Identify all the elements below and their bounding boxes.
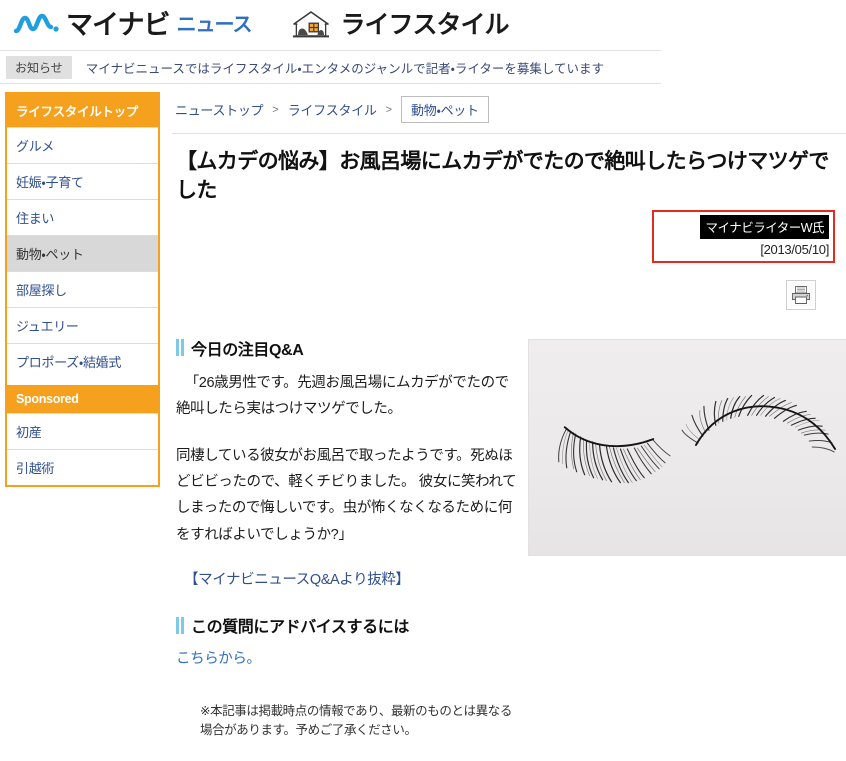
article-figure-column	[517, 336, 846, 738]
wave-mark-icon	[14, 12, 60, 38]
breadcrumb-rule	[172, 133, 846, 134]
notice-text[interactable]: マイナビニュースではライフスタイル・エンタメのジャンルで記者・ライターを募集して…	[86, 58, 604, 77]
print-button[interactable]	[786, 279, 816, 310]
qa-section-heading: 今日の注目Q&A	[176, 336, 517, 360]
sidebar-item-housing[interactable]: 住まい	[7, 199, 158, 235]
breadcrumb-item-lifestyle[interactable]: ライフスタイル	[288, 100, 377, 119]
advice-section-heading: この質問にアドバイスするには	[176, 613, 517, 637]
heading-bar-icon	[176, 339, 184, 357]
section-title-text: ライフスタイル	[340, 10, 509, 39]
sidebar-header[interactable]: ライフスタイルトップ	[7, 94, 158, 127]
notice-bar: お知らせ マイナビニュースではライフスタイル・エンタメのジャンルで記者・ライター…	[0, 50, 661, 84]
breadcrumb-separator: >	[272, 103, 279, 116]
breadcrumb-item-news-top[interactable]: ニューストップ	[175, 100, 264, 119]
eyelashes-photo	[528, 338, 846, 556]
author-name: マイナビライターW氏	[700, 214, 829, 239]
sidebar-item-proposal-wedding[interactable]: プロポーズ・結婚式	[7, 343, 158, 379]
article-content: 今日の注目Q&A 「26歳男性です。先週お風呂場にムカデがでたので絶叫したら実は…	[172, 336, 846, 738]
sidebar-item-moving-tips[interactable]: 引越術	[7, 449, 158, 485]
site-header: マイナビ ニュース ライフスタイル	[0, 0, 846, 50]
sidebar-item-gourmet[interactable]: グルメ	[7, 127, 158, 163]
excerpt-source-note[interactable]: 【マイナビニュースQ&Aより抜粋】	[184, 568, 517, 589]
heading-bar-icon	[176, 616, 184, 634]
article-text-column: 今日の注目Q&A 「26歳男性です。先週お風呂場にムカデがでたので絶叫したら実は…	[172, 336, 517, 738]
publish-date: [2013/05/10]	[760, 241, 829, 257]
byline-box: マイナビライターW氏 [2013/05/10]	[652, 209, 835, 263]
site-logo[interactable]: マイナビ ニュース	[14, 9, 252, 40]
sidebar-item-jewelry[interactable]: ジュエリー	[7, 307, 158, 343]
qa-heading-text: 今日の注目Q&A	[191, 341, 304, 359]
logo-main-text: マイナビ	[66, 9, 170, 40]
question-paragraph-2: 同棲している彼女がお風呂で取ったようです。死ぬほどビビったので、軽くチビりました…	[176, 447, 517, 543]
sidebar-item-room-search[interactable]: 部屋探し	[7, 271, 158, 307]
page-title: 【ムカデの悩み】お風呂場にムカデがでたので絶叫したらつけマツゲでした	[176, 150, 829, 202]
breadcrumb-current-animals-pets[interactable]: 動物・ペット	[401, 96, 489, 123]
notice-badge: お知らせ	[6, 55, 72, 79]
sidebar-sponsored-header: Sponsored	[7, 385, 158, 413]
print-row	[172, 279, 838, 310]
main-content: ニューストップ > ライフスタイル > 動物・ペット 【ムカデの悩み】お風呂場に…	[160, 84, 846, 738]
advice-link[interactable]: こちらから。	[176, 647, 517, 668]
printer-icon	[789, 282, 813, 307]
disclaimer-text: ※本記事は掲載時点の情報であり、最新のものとは異なる場合があります。予めご了承く…	[200, 704, 512, 738]
section-heading: ライフスタイル	[291, 9, 509, 41]
logo-sub-text: ニュース	[176, 14, 252, 36]
house-icon	[291, 9, 331, 41]
sidebar-nav: ライフスタイルトップ グルメ 妊娠・子育て 住まい 動物・ペット 部屋探し ジュ…	[5, 92, 160, 487]
sidebar-item-first-birth[interactable]: 初産	[7, 413, 158, 449]
sidebar-item-animals-pets[interactable]: 動物・ペット	[7, 235, 158, 271]
page-body: ライフスタイルトップ グルメ 妊娠・子育て 住まい 動物・ペット 部屋探し ジュ…	[0, 84, 846, 738]
breadcrumb-separator: >	[385, 103, 393, 116]
advice-heading-text: この質問にアドバイスするには	[191, 619, 409, 637]
sidebar-item-pregnancy-parenting[interactable]: 妊娠・子育て	[7, 163, 158, 199]
breadcrumb: ニューストップ > ライフスタイル > 動物・ペット	[172, 84, 838, 133]
question-paragraph-1: 「26歳男性です。先週お風呂場にムカデがでたので絶叫したら実はつけマツゲでした。	[176, 374, 509, 418]
